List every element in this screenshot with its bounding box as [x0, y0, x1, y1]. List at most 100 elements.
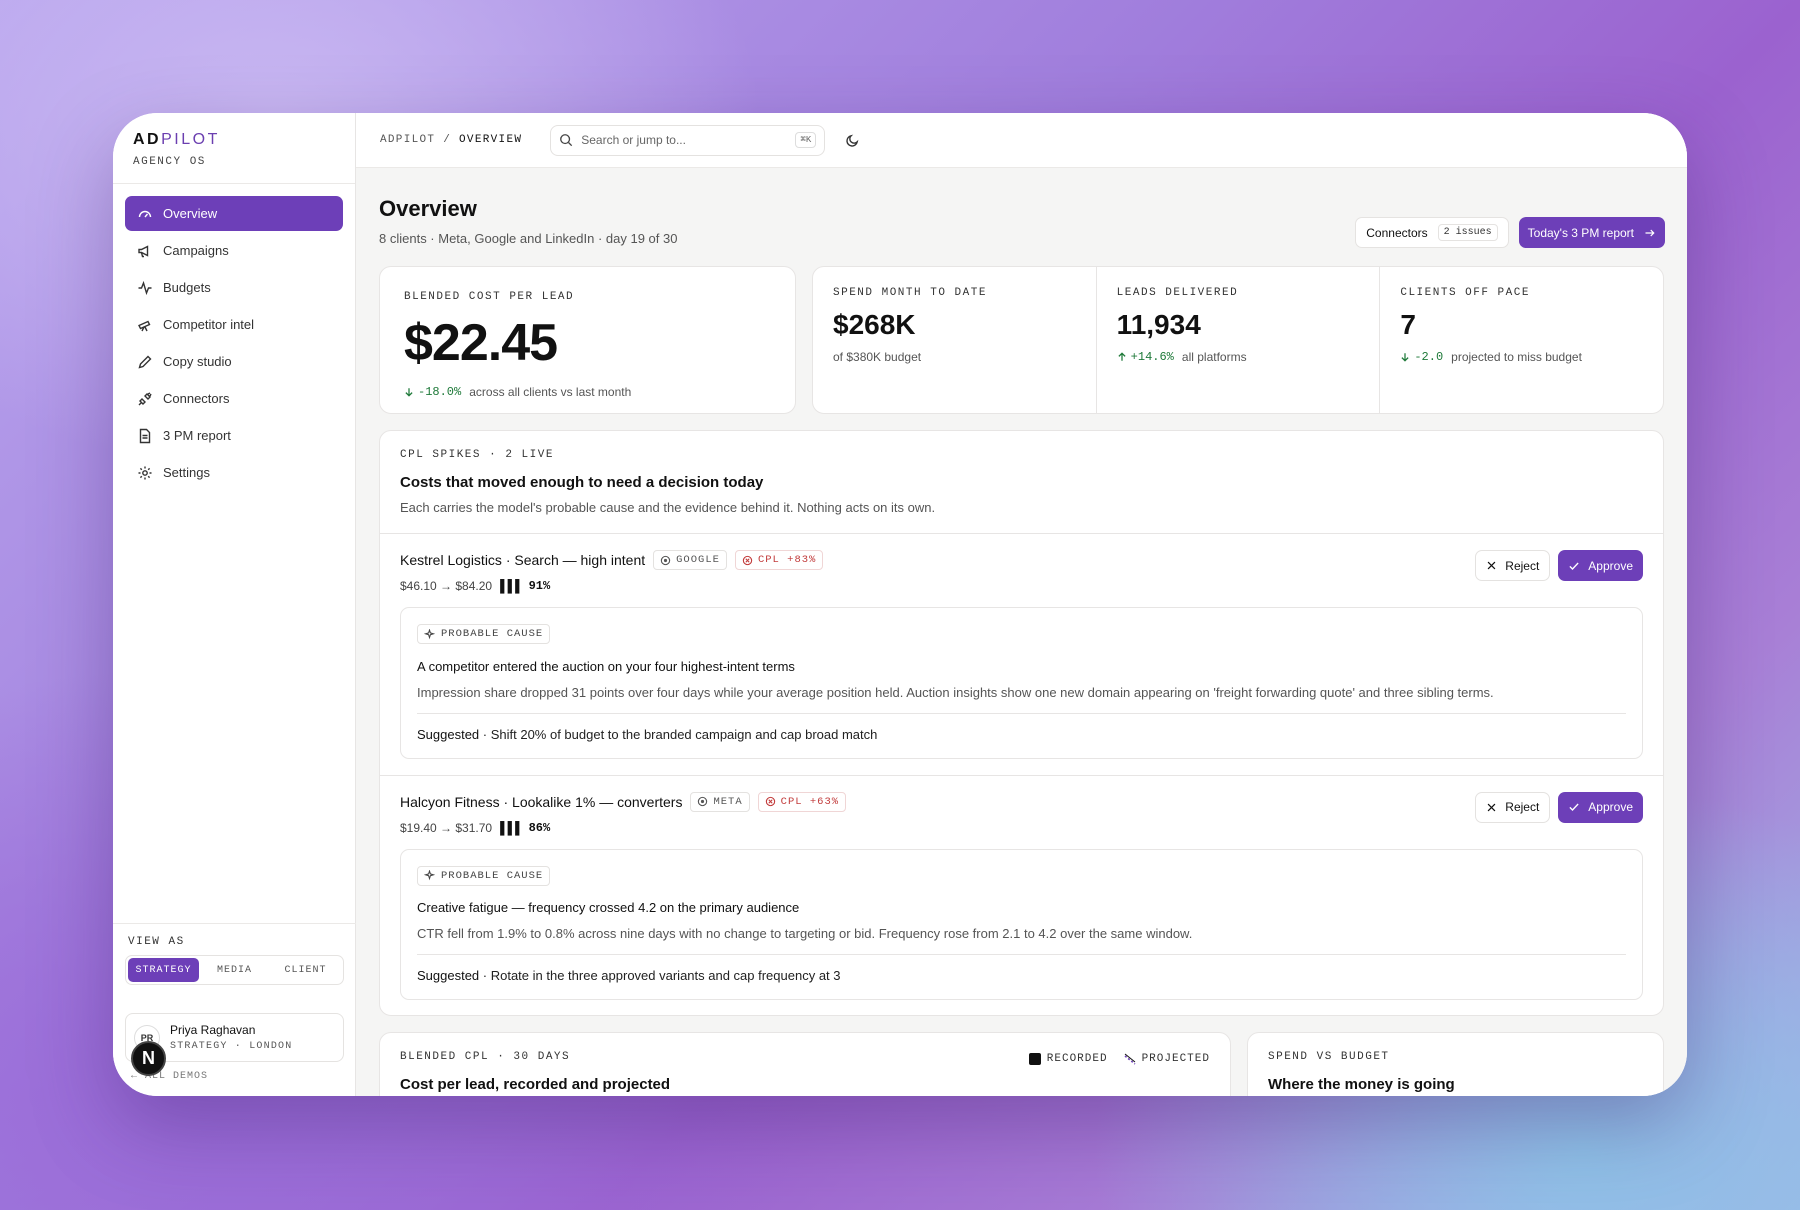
pen-icon	[138, 355, 152, 369]
projected-swatch-icon	[1124, 1053, 1136, 1065]
breadcrumb: ADPILOT / OVERVIEW	[380, 134, 522, 146]
approve-button[interactable]: Approve	[1558, 791, 1643, 823]
kpi-cpl-card: BLENDED COST PER LEAD $22.45 -18.0% acro…	[379, 266, 796, 414]
search-placeholder: Search or jump to...	[581, 133, 686, 147]
app-window: ADPILOT AGENCY OS Overview Campaigns Bud…	[113, 113, 1687, 1096]
kpi-note: of $380K budget	[833, 350, 922, 364]
cause-headline: A competitor entered the auction on your…	[417, 658, 795, 674]
sidebar-item-competitor-intel[interactable]: Competitor intel	[125, 307, 343, 342]
reject-label: Reject	[1505, 800, 1540, 814]
spike-item: Kestrel Logistics · Search — high intent…	[380, 534, 1663, 776]
probable-cause-box: PROBABLE CAUSE Creative fatigue — freque…	[400, 848, 1643, 1000]
platform-label: META	[713, 795, 743, 808]
arrow-up-icon	[1118, 352, 1126, 361]
circle-dot-icon	[698, 796, 708, 807]
logo[interactable]: ADPILOT	[133, 131, 355, 149]
legend-recorded: RECORDED	[1028, 1053, 1108, 1065]
sidebar-nav: Overview Campaigns Budgets Competitor in…	[113, 184, 355, 490]
cpl-change-badge: CPL +63%	[757, 791, 847, 812]
legend-projected: PROJECTED	[1124, 1053, 1210, 1065]
connectors-button[interactable]: Connectors 2 issues	[1355, 217, 1509, 248]
suggested-label: Suggested	[417, 726, 480, 742]
check-icon	[1569, 562, 1579, 570]
platform-label: GOOGLE	[676, 554, 720, 566]
sidebar-item-label: Settings	[163, 465, 210, 480]
kpi-label: SPEND MONTH TO DATE	[833, 287, 987, 299]
gear-icon	[138, 466, 152, 479]
reject-button[interactable]: Reject	[1475, 791, 1551, 823]
spike-title-row: Halcyon Fitness · Lookalike 1% — convert…	[400, 791, 1643, 812]
view-as-client[interactable]: CLIENT	[270, 958, 341, 982]
cpl-change-label: CPL +83%	[757, 554, 817, 566]
arrow-right-icon	[1645, 229, 1655, 236]
sidebar-item-label: Copy studio	[163, 354, 232, 369]
kpi-group: SPEND MONTH TO DATE $268K of $380K budge…	[812, 266, 1664, 414]
blended-cpl-chart-card: BLENDED CPL · 30 DAYS Cost per lead, rec…	[379, 1032, 1231, 1096]
logo-pilot: PILOT	[161, 131, 220, 148]
sidebar-item-label: Overview	[163, 206, 218, 221]
sidebar-item-copy-studio[interactable]: Copy studio	[125, 344, 343, 379]
spikes-eyebrow: CPL SPIKES · 2 LIVE	[400, 449, 554, 461]
approve-button[interactable]: Approve	[1558, 550, 1643, 581]
report-button[interactable]: Today's 3 PM report	[1518, 217, 1665, 248]
brand-tagline: AGENCY OS	[133, 156, 206, 168]
sidebar-item-settings[interactable]: Settings	[125, 455, 343, 490]
sidebar-item-label: 3 PM report	[163, 428, 231, 443]
spike-name[interactable]: Kestrel Logistics · Search — high intent	[400, 552, 645, 568]
sidebar-item-3pm-report[interactable]: 3 PM report	[125, 418, 343, 453]
confidence-value: 91%	[528, 579, 551, 593]
suggested-text: · Rotate in the three approved variants …	[479, 968, 841, 983]
reject-button[interactable]: Reject	[1475, 550, 1551, 581]
sidebar-item-budgets[interactable]: Budgets	[125, 270, 343, 305]
chart-legend: RECORDED PROJECTED	[1028, 1053, 1210, 1065]
arrow-down-icon	[405, 388, 413, 397]
spike-title-row: Kestrel Logistics · Search — high intent…	[400, 550, 1643, 570]
document-icon	[139, 428, 151, 443]
sidebar-item-label: Connectors	[163, 391, 230, 406]
kpi-note: all platforms	[1181, 350, 1247, 364]
cause-evidence: Impression share dropped 31 points over …	[417, 685, 1626, 714]
kpi-delta: +14.6% all platforms	[1117, 350, 1360, 364]
kpi-delta-value: -18.0%	[418, 385, 462, 399]
sidebar-item-label: Campaigns	[163, 243, 229, 258]
probable-cause-tag: PROBABLE CAUSE	[417, 865, 551, 886]
breadcrumb-current: OVERVIEW	[459, 134, 523, 146]
view-as-strategy[interactable]: STRATEGY	[128, 958, 199, 982]
breadcrumb-root[interactable]: ADPILOT	[380, 134, 435, 146]
kpi-row: BLENDED COST PER LEAD $22.45 -18.0% acro…	[379, 266, 1664, 414]
kpi-leads: LEADS DELIVERED 11,934 +14.6% all platfo…	[1097, 267, 1381, 413]
chart-eyebrow: SPEND VS BUDGET	[1268, 1051, 1390, 1063]
kpi-label: CLIENTS OFF PACE	[1400, 287, 1530, 299]
chart-title: Cost per lead, recorded and projected	[400, 1076, 671, 1093]
connectors-label: Connectors	[1366, 225, 1428, 240]
moon-icon[interactable]	[845, 133, 860, 148]
spike-name[interactable]: Halcyon Fitness · Lookalike 1% — convert…	[400, 794, 682, 810]
approve-label: Approve	[1588, 558, 1633, 573]
sidebar-item-overview[interactable]: Overview	[125, 196, 343, 231]
cpl-change-badge: CPL +83%	[734, 550, 824, 570]
kpi-off-pace: CLIENTS OFF PACE 7 -2.0 projected to mis…	[1380, 267, 1663, 413]
top-bar: ADPILOT / OVERVIEW Search or jump to... …	[356, 113, 1687, 168]
charts-row: BLENDED CPL · 30 DAYS Cost per lead, rec…	[379, 1032, 1664, 1096]
view-as-media[interactable]: MEDIA	[199, 958, 270, 982]
probable-cause-label: PROBABLE CAUSE	[441, 869, 544, 882]
n-badge[interactable]: N	[131, 1041, 166, 1076]
sidebar-item-connectors[interactable]: Connectors	[125, 381, 343, 416]
cpl-change-label: CPL +63%	[780, 795, 840, 808]
spend-vs-budget-card: SPEND VS BUDGET Where the money is going	[1247, 1032, 1664, 1096]
kpi-delta-value: +14.6%	[1130, 350, 1174, 364]
search-icon	[560, 134, 573, 147]
suggested-action: Suggested · Rotate in the three approved…	[417, 968, 1626, 983]
cpl-range: $19.40 → $31.70	[400, 820, 493, 835]
spike-actions: Reject Approve	[1475, 550, 1643, 581]
approve-label: Approve	[1588, 800, 1633, 814]
kpi-delta: -2.0 projected to miss budget	[1400, 350, 1643, 364]
arrow-down-icon	[1401, 353, 1409, 362]
suggested-text: · Shift 20% of budget to the branded cam…	[479, 726, 878, 742]
view-as-label: VIEW AS	[128, 936, 185, 948]
kpi-value: $22.45	[404, 314, 558, 372]
search-input[interactable]: Search or jump to... ⌘K	[550, 124, 826, 156]
spikes-title: Costs that moved enough to need a decisi…	[400, 474, 764, 491]
cause-evidence: CTR fell from 1.9% to 0.8% across nine d…	[417, 926, 1626, 955]
sidebar-item-campaigns[interactable]: Campaigns	[125, 233, 343, 268]
